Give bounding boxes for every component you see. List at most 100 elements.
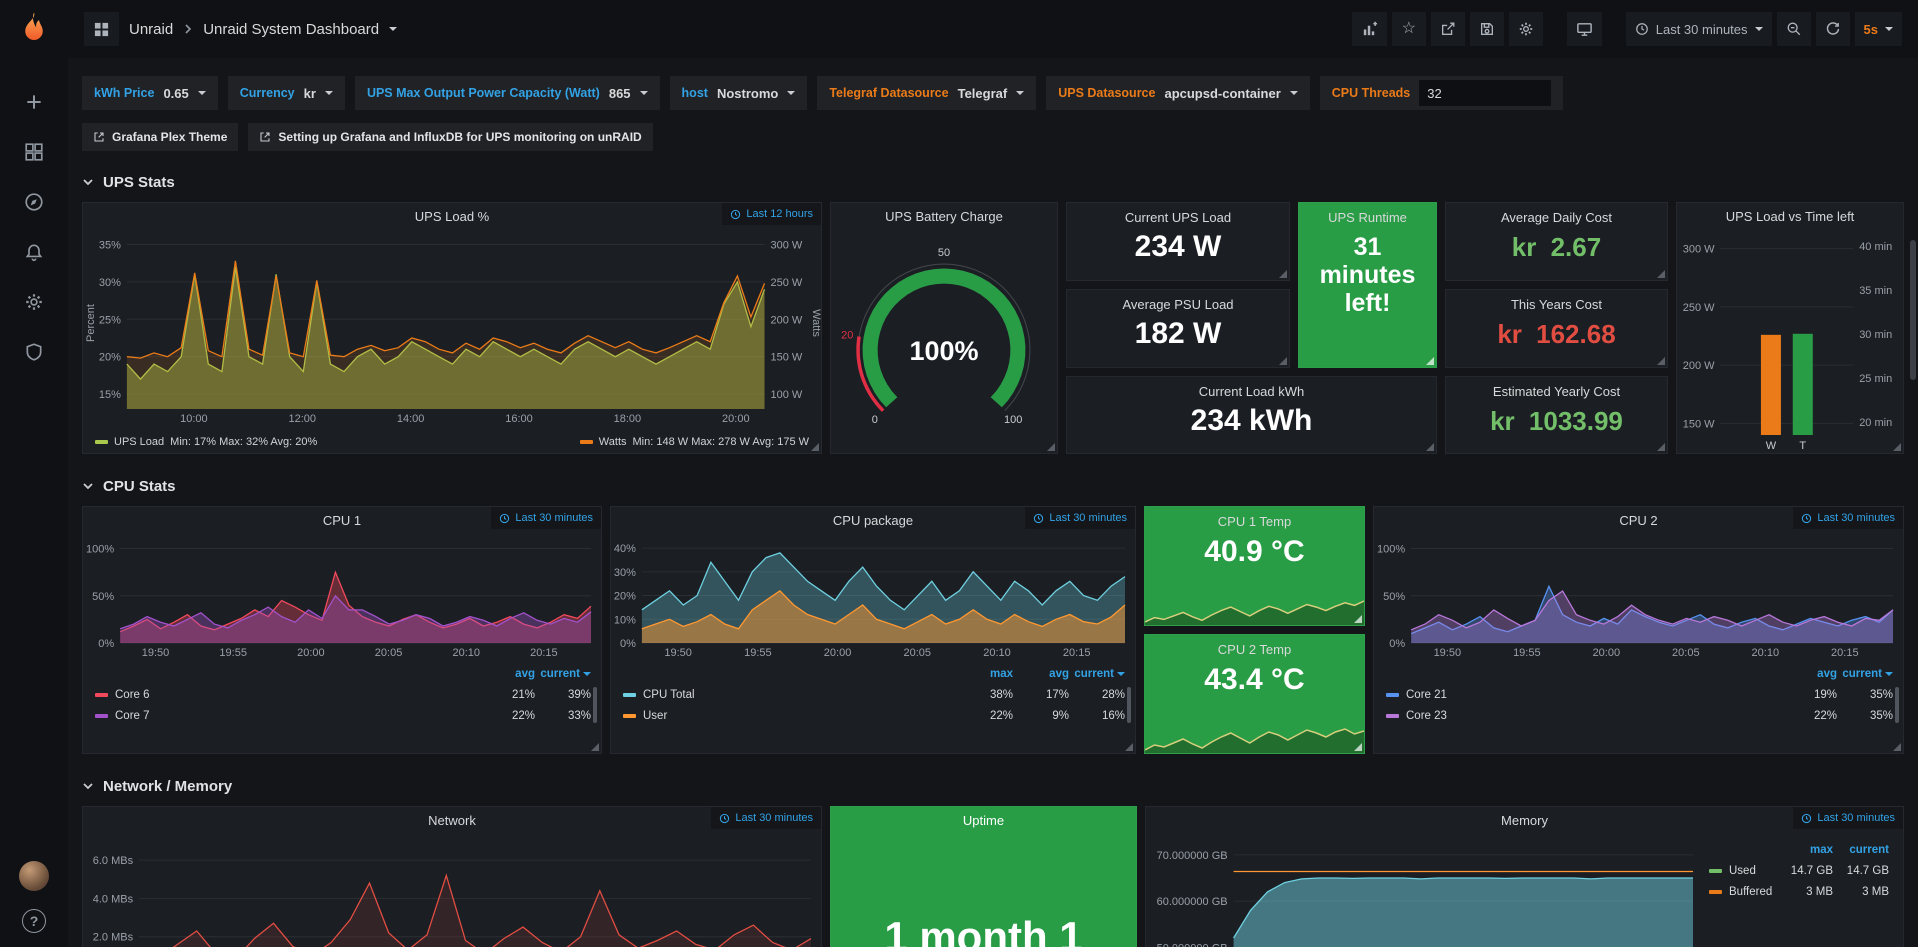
- breadcrumb-title[interactable]: Unraid System Dashboard: [203, 21, 379, 38]
- create-plus-icon[interactable]: [12, 80, 56, 124]
- cpu1-chart[interactable]: 0%50%100%19:5019:5520:0020:0520:1020:15: [83, 533, 601, 661]
- breadcrumb-folder[interactable]: Unraid: [129, 21, 173, 38]
- dashboard-settings-button[interactable]: [1509, 12, 1543, 46]
- legend-col-current[interactable]: current: [1069, 668, 1125, 680]
- legend-col-avg[interactable]: avg: [1013, 668, 1069, 680]
- legend-series-toggle[interactable]: Buffered: [1709, 886, 1777, 898]
- network-chart[interactable]: 2.0 MBs4.0 MBs6.0 MBs: [83, 833, 821, 947]
- panel-title[interactable]: UPS Battery Charge: [831, 203, 1057, 229]
- legend-series-toggle[interactable]: User: [623, 710, 957, 722]
- section-ups-stats[interactable]: UPS Stats: [82, 162, 1904, 202]
- save-dashboard-button[interactable]: [1470, 12, 1504, 46]
- variable-kwh-price[interactable]: kWh Price 0.65: [82, 76, 218, 110]
- panel-time-override-badge[interactable]: Last 30 minutes: [1793, 507, 1903, 529]
- panel-resize-handle[interactable]: [1047, 443, 1055, 451]
- ups-battery-gauge[interactable]: 02050100100%: [831, 229, 1057, 453]
- panel-resize-handle[interactable]: [1354, 743, 1362, 751]
- panel-title[interactable]: CPU 1 Temp: [1145, 514, 1364, 529]
- dashboard-dropdown-caret-icon[interactable]: [389, 27, 397, 31]
- variable-ups-datasource[interactable]: UPS Datasource apcupsd-container: [1046, 76, 1310, 110]
- add-panel-button[interactable]: [1352, 12, 1387, 46]
- legend-scrollbar[interactable]: [593, 687, 597, 723]
- panel-title[interactable]: Network: [83, 807, 821, 833]
- legend-scrollbar[interactable]: [1895, 687, 1899, 723]
- section-cpu-stats[interactable]: CPU Stats: [82, 466, 1904, 506]
- panel-title[interactable]: Average PSU Load: [1067, 297, 1289, 312]
- legend-series-toggle[interactable]: Core 6: [95, 689, 479, 701]
- variable-currency[interactable]: Currency kr: [228, 76, 345, 110]
- panel-title[interactable]: This Years Cost: [1446, 297, 1667, 312]
- legend-series-toggle[interactable]: Used: [1709, 865, 1777, 877]
- memory-chart[interactable]: 50.000000 GB60.000000 GB70.000000 GB: [1146, 833, 1703, 947]
- legend-scrollbar[interactable]: [1127, 687, 1131, 723]
- legend-item-ups-load[interactable]: UPS Load Min: 17% Max: 32% Avg: 20%: [95, 436, 317, 448]
- panel-title[interactable]: CPU 2 Temp: [1145, 642, 1364, 657]
- panel-resize-handle[interactable]: [1657, 357, 1665, 365]
- legend-col-max[interactable]: max: [957, 668, 1013, 680]
- link-ups-monitoring-guide[interactable]: Setting up Grafana and InfluxDB for UPS …: [248, 123, 652, 151]
- favorite-star-button[interactable]: ☆: [1392, 12, 1426, 46]
- legend-col-avg[interactable]: avg: [479, 668, 535, 680]
- panel-title[interactable]: Uptime: [831, 807, 1136, 833]
- legend-series-toggle[interactable]: Core 21: [1386, 689, 1781, 701]
- panel-resize-handle[interactable]: [1426, 357, 1434, 365]
- configuration-gear-icon[interactable]: [12, 280, 56, 324]
- help-icon[interactable]: ?: [22, 909, 46, 933]
- panel-title[interactable]: Memory: [1146, 807, 1903, 833]
- dashboard-grid-icon[interactable]: [84, 12, 119, 46]
- panel-time-override-badge[interactable]: Last 30 minutes: [1793, 807, 1903, 829]
- panel-resize-handle[interactable]: [1426, 443, 1434, 451]
- legend-col-avg[interactable]: avg: [1781, 668, 1837, 680]
- panel-title[interactable]: UPS Load %: [83, 203, 821, 229]
- legend-col-current[interactable]: current: [1837, 668, 1893, 680]
- panel-resize-handle[interactable]: [591, 743, 599, 751]
- user-avatar[interactable]: [19, 861, 49, 891]
- panel-title[interactable]: UPS Runtime: [1299, 210, 1436, 225]
- variable-ups-max-output[interactable]: UPS Max Output Power Capacity (Watt) 865: [355, 76, 660, 110]
- panel-resize-handle[interactable]: [1893, 443, 1901, 451]
- variable-telegraf-datasource[interactable]: Telegraf Datasource Telegraf: [817, 76, 1036, 110]
- legend-series-toggle[interactable]: Core 7: [95, 710, 479, 722]
- share-button[interactable]: [1431, 12, 1465, 46]
- server-admin-shield-icon[interactable]: [12, 330, 56, 374]
- panel-time-override-badge[interactable]: Last 30 minutes: [1025, 507, 1135, 529]
- legend-series-toggle[interactable]: Core 23: [1386, 710, 1781, 722]
- cpu-threads-input[interactable]: [1419, 80, 1551, 106]
- section-network-memory[interactable]: Network / Memory: [82, 766, 1904, 806]
- panel-resize-handle[interactable]: [1657, 270, 1665, 278]
- panel-title[interactable]: Current UPS Load: [1067, 210, 1289, 225]
- panel-resize-handle[interactable]: [1279, 357, 1287, 365]
- variable-host[interactable]: host Nostromo: [670, 76, 808, 110]
- legend-item-watts[interactable]: Watts Min: 148 W Max: 278 W Avg: 175 W: [580, 436, 809, 448]
- cpu2-chart[interactable]: 0%50%100%19:5019:5520:0020:0520:1020:15: [1374, 533, 1903, 661]
- cpu-package-chart[interactable]: 0%10%20%30%40%19:5019:5520:0020:0520:102…: [611, 533, 1135, 661]
- grafana-logo-icon[interactable]: [14, 10, 54, 50]
- panel-resize-handle[interactable]: [1657, 443, 1665, 451]
- zoom-out-button[interactable]: [1777, 12, 1811, 46]
- panel-time-override-badge[interactable]: Last 12 hours: [722, 203, 821, 225]
- panel-time-override-badge[interactable]: Last 30 minutes: [711, 807, 821, 829]
- time-range-picker[interactable]: Last 30 minutes: [1626, 12, 1772, 46]
- panel-title[interactable]: Average Daily Cost: [1446, 210, 1667, 225]
- panel-title[interactable]: UPS Load vs Time left: [1677, 203, 1903, 229]
- panel-title[interactable]: Current Load kWh: [1067, 384, 1436, 399]
- dashboard-scrollbar[interactable]: [1910, 240, 1916, 380]
- panel-resize-handle[interactable]: [811, 443, 819, 451]
- panel-resize-handle[interactable]: [1893, 743, 1901, 751]
- panel-resize-handle[interactable]: [1125, 743, 1133, 751]
- panel-resize-handle[interactable]: [1354, 615, 1362, 623]
- link-grafana-plex-theme[interactable]: Grafana Plex Theme: [82, 123, 238, 151]
- ups-load-chart[interactable]: 15%20%25%30%35%100 W150 W200 W250 W300 W…: [83, 229, 821, 427]
- dashboards-icon[interactable]: [12, 130, 56, 174]
- cycle-view-mode-button[interactable]: [1567, 12, 1602, 46]
- panel-resize-handle[interactable]: [1279, 270, 1287, 278]
- panel-time-override-badge[interactable]: Last 30 minutes: [491, 507, 601, 529]
- refresh-interval-picker[interactable]: 5s: [1855, 12, 1902, 46]
- ups-load-vs-time-chart[interactable]: 150 W200 W250 W300 W20 min25 min30 min35…: [1677, 229, 1903, 453]
- legend-series-toggle[interactable]: CPU Total: [623, 689, 957, 701]
- legend-col-max[interactable]: max: [1777, 844, 1833, 856]
- legend-col-current[interactable]: current: [1833, 844, 1889, 856]
- legend-col-current[interactable]: current: [535, 668, 591, 680]
- panel-title[interactable]: Estimated Yearly Cost: [1446, 384, 1667, 399]
- refresh-button[interactable]: [1816, 12, 1850, 46]
